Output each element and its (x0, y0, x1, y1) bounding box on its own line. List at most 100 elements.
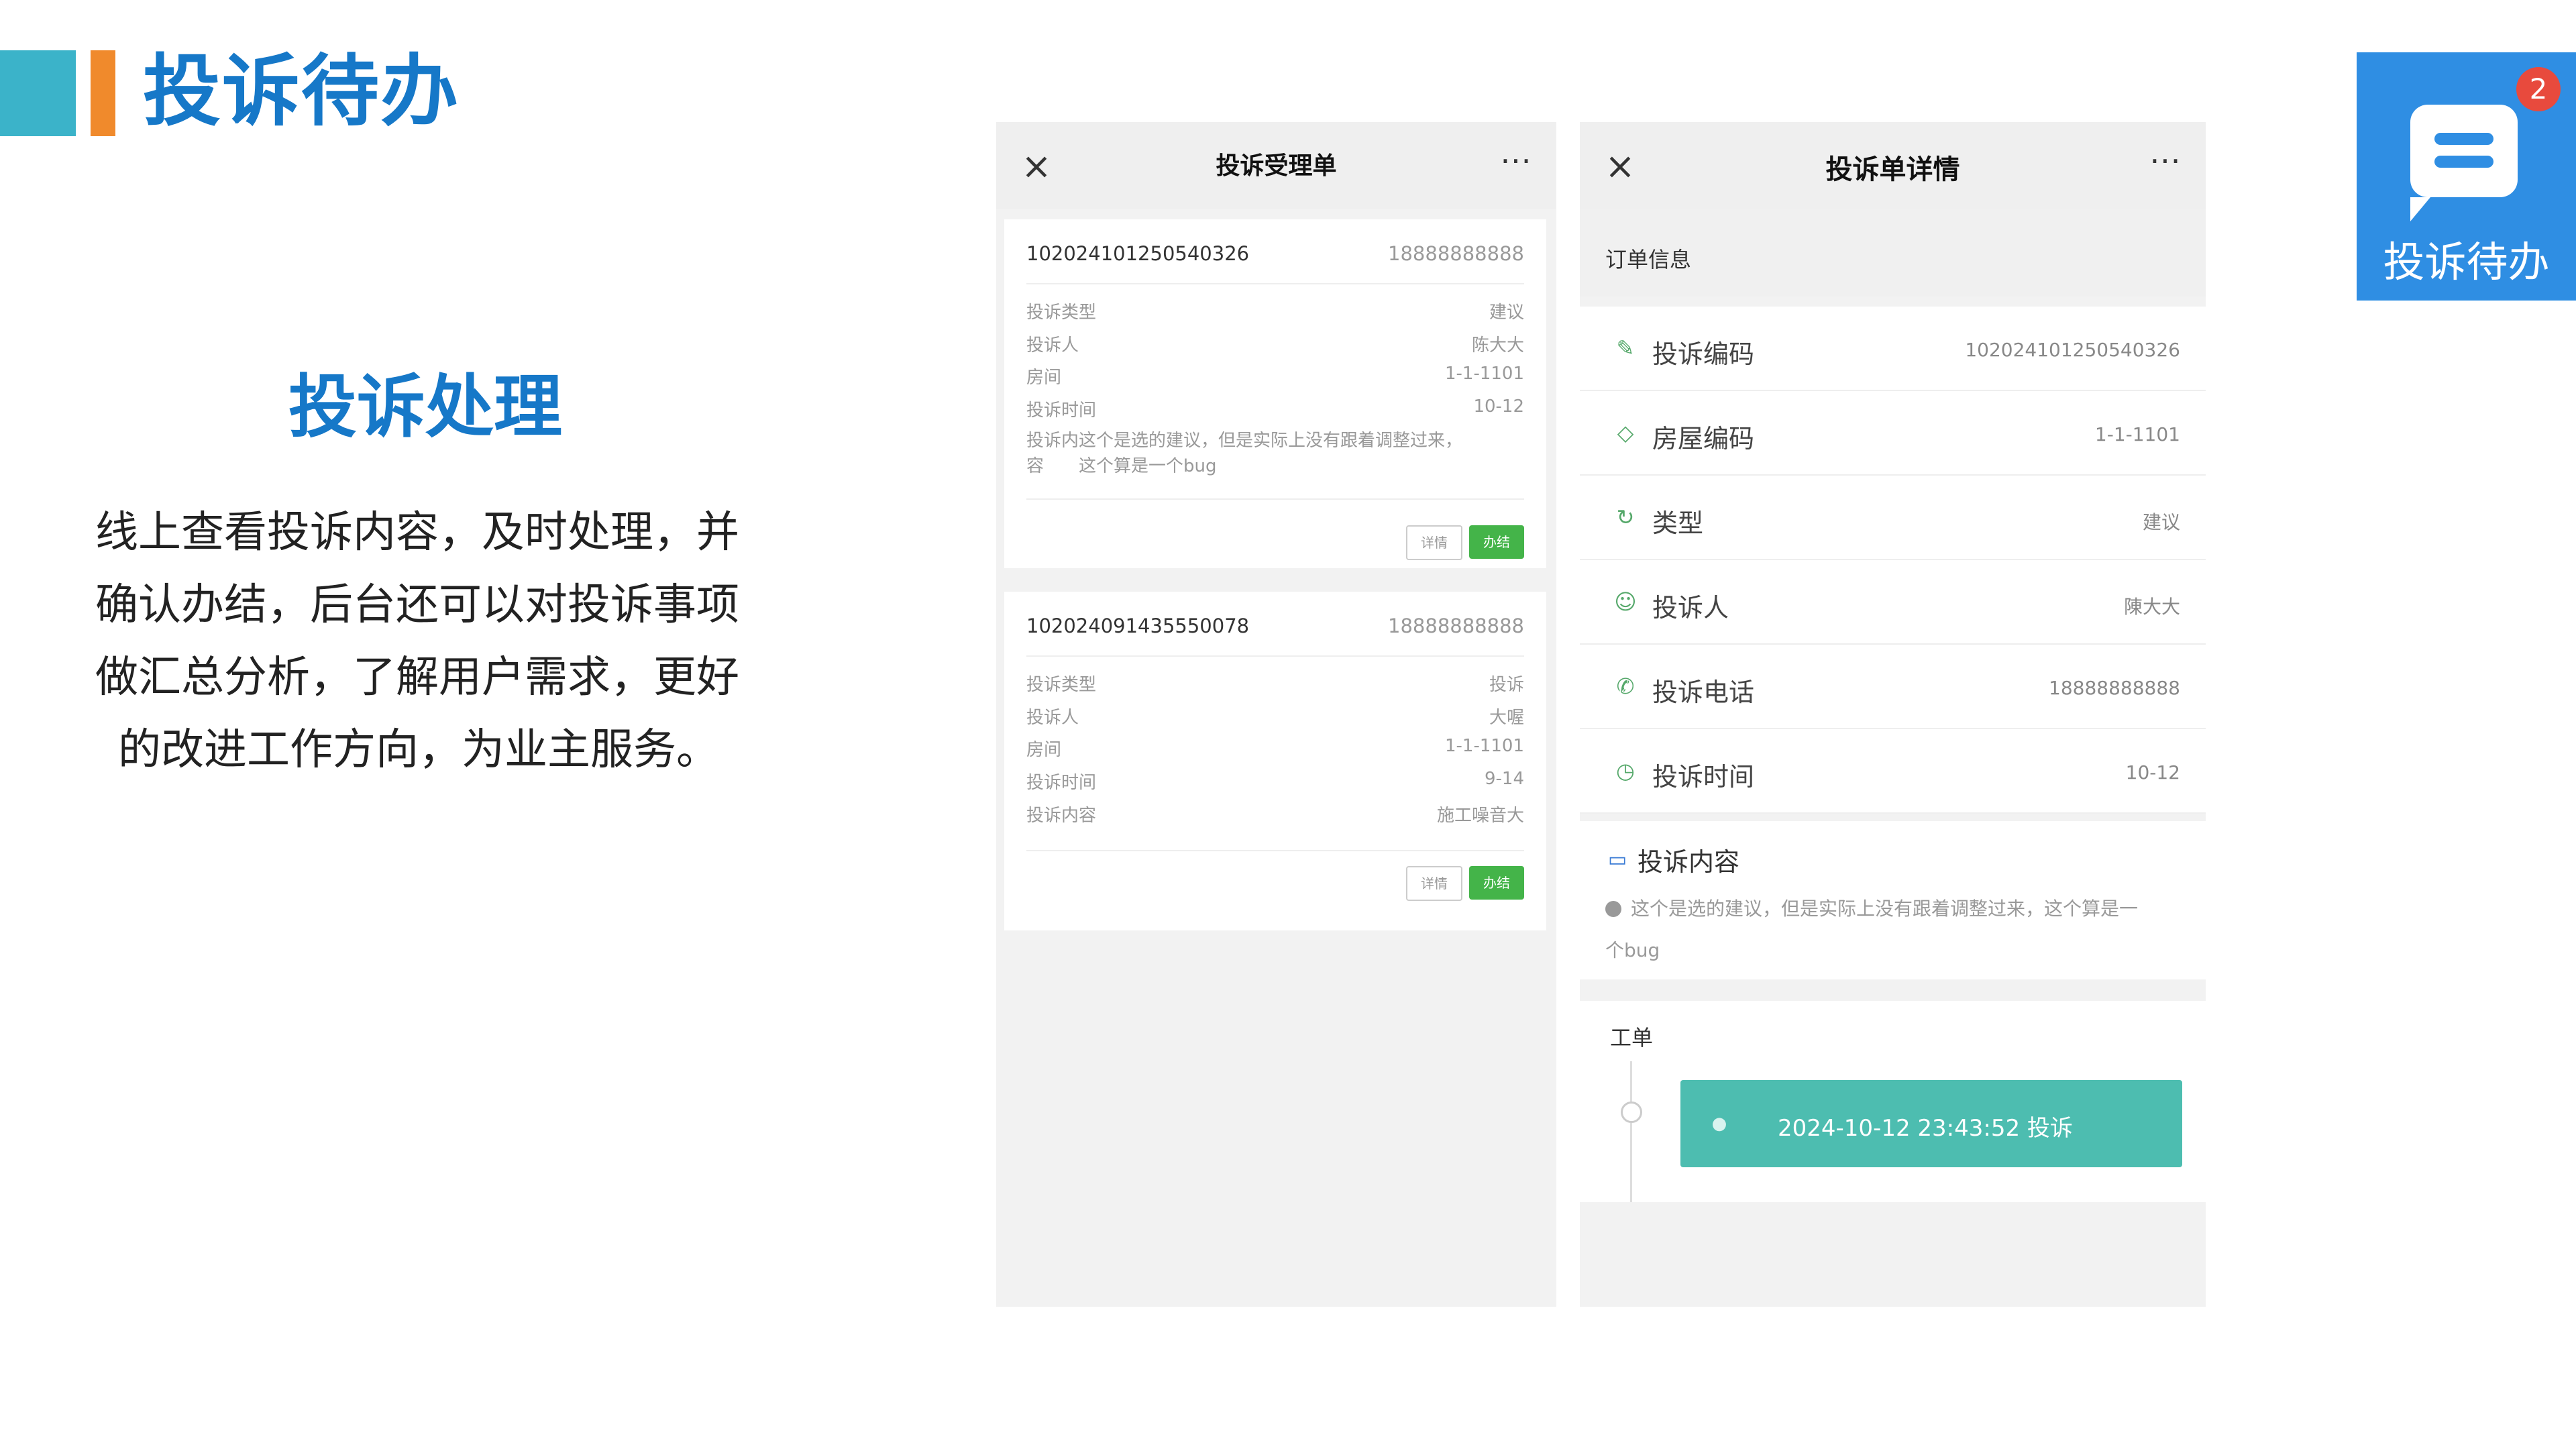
complaint-card[interactable]: 102024091435550078 18888888888 投诉类型 投诉 投… (1004, 592, 1546, 930)
timeline-line (1630, 1061, 1632, 1202)
row-value: 1-1-1101 (1444, 736, 1524, 756)
row-value: 大喔 (1489, 708, 1524, 728)
row-value: 陈大大 (1471, 335, 1524, 356)
header-orange-bar (91, 50, 115, 136)
complaint-phone: 18888888888 (1388, 242, 1524, 265)
desc-line: 做汇总分析，了解用户需求，更好 (95, 653, 739, 702)
complaint-list-screen: × 投诉受理单 ··· 102024101250540326 188888888… (996, 122, 1556, 1307)
complaint-content: 投诉内这个是选的建议，但是实际上没有跟着调整过来， 容 这个算是一个bug (1026, 428, 1524, 479)
detail-row-type: ↻ 类型 建议 (1580, 476, 2206, 560)
row-key: 投诉类型 (1026, 675, 1097, 695)
content-line: 容 这个算是一个bug (1026, 456, 1217, 476)
row-key: 投诉人 (1026, 335, 1079, 356)
complaint-code: 102024101250540326 (1026, 242, 1250, 265)
card-footer: 详情 办结 (1026, 498, 1524, 570)
card-row: 投诉时间 10-12 (1026, 396, 1524, 423)
row-key: 投诉人 (1026, 708, 1079, 728)
row-label: 投诉人 (1652, 593, 1729, 623)
row-value: 10-12 (1473, 396, 1524, 417)
row-value: 9-14 (1484, 769, 1524, 789)
complaint-phone: 18888888888 (1388, 614, 1524, 637)
row-key: 房间 (1026, 740, 1062, 760)
timeline-node (1621, 1102, 1642, 1123)
row-label: 投诉电话 (1652, 678, 1755, 707)
desc-line: 的改进工作方向，为业主服务。 (118, 725, 719, 775)
row-value: 18888888888 (2049, 677, 2180, 699)
complaint-card[interactable]: 102024101250540326 18888888888 投诉类型 建议 投… (1004, 219, 1546, 568)
content-text: 这个是选的建议，但是实际上没有跟着调整过来，这个算是一个bug (1605, 898, 2139, 961)
card-row: 投诉类型 投诉 (1026, 671, 1524, 698)
work-order-box: 工单 ● 2024-10-12 23:43:52 投诉 (1580, 1001, 2206, 1202)
notification-badge: 2 (2516, 67, 2561, 111)
section-description: 线上查看投诉内容，及时处理，并 确认办结，后台还可以对投诉事项 做汇总分析，了解… (95, 496, 759, 786)
detail-button[interactable]: 详情 (1406, 866, 1462, 901)
row-key: 投诉类型 (1026, 303, 1097, 323)
card-header: 102024091435550078 18888888888 (1026, 592, 1524, 657)
desc-line: 确认办结，后台还可以对投诉事项 (95, 580, 739, 630)
content-line: 投诉内这个是选的建议，但是实际上没有跟着调整过来， (1026, 431, 1463, 451)
topbar: × 投诉单详情 ··· (1580, 122, 2206, 209)
card-header: 102024101250540326 18888888888 (1026, 219, 1524, 284)
row-key: 投诉内容 (1026, 806, 1097, 826)
row-key: 房间 (1026, 368, 1062, 388)
card-footer: 详情 办结 (1026, 850, 1524, 932)
row-key: 投诉时间 (1026, 400, 1097, 421)
info-icon (1605, 901, 1621, 917)
more-icon[interactable]: ··· (1491, 141, 1542, 192)
type-icon: ↻ (1616, 504, 1635, 530)
row-value: 1-1-1101 (2094, 423, 2180, 445)
timeline-event[interactable]: ● 2024-10-12 23:43:52 投诉 (1680, 1080, 2182, 1167)
row-value: 陳大大 (2123, 596, 2180, 618)
card-row: 投诉人 大喔 (1026, 704, 1524, 731)
row-label: 房屋编码 (1652, 424, 1755, 453)
card-row: 房间 1-1-1101 (1026, 736, 1524, 763)
row-value: 建议 (1489, 303, 1524, 323)
more-icon[interactable]: ··· (2140, 141, 2191, 192)
clock-icon: ◷ (1616, 758, 1635, 784)
tag-icon: ◇ (1617, 420, 1634, 445)
bubble-line (2434, 133, 2493, 145)
card-row: 投诉人 陈大大 (1026, 331, 1524, 358)
row-value: 施工噪音大 (1436, 806, 1524, 826)
row-value: 10-12 (2125, 761, 2180, 784)
bubble-line (2434, 156, 2493, 168)
row-label: 投诉编码 (1652, 339, 1755, 369)
done-button[interactable]: 办结 (1469, 525, 1524, 559)
desc-line: 线上查看投诉内容，及时处理，并 (95, 508, 739, 557)
section-title: 投诉处理 (288, 368, 562, 447)
message-icon: ▭ (1607, 848, 1627, 871)
row-key: 投诉时间 (1026, 773, 1097, 793)
event-text: 2024-10-12 23:43:52 投诉 (1778, 1115, 2073, 1142)
complaint-app-icon[interactable]: 2 投诉待办 (2357, 52, 2576, 301)
complaint-content-box: ▭ 投诉内容 这个是选的建议，但是实际上没有跟着调整过来，这个算是一个bug (1580, 821, 2206, 979)
content-label: 投诉内容 (1638, 847, 1740, 877)
work-order-label: 工单 (1610, 1025, 1654, 1051)
done-button[interactable]: 办结 (1469, 866, 1524, 900)
detail-row-house-code: ◇ 房屋编码 1-1-1101 (1580, 391, 2206, 476)
order-info-section: 订单信息 (1580, 209, 2206, 297)
app-icon-label: 投诉待办 (2383, 237, 2550, 286)
detail-button[interactable]: 详情 (1406, 525, 1462, 560)
order-info-label: 订单信息 (1605, 247, 1692, 272)
row-label: 类型 (1652, 508, 1704, 538)
card-row: 投诉内容 施工噪音大 (1026, 802, 1524, 828)
phone-icon: ✆ (1616, 674, 1635, 699)
card-row: 投诉类型 建议 (1026, 299, 1524, 325)
card-row: 房间 1-1-1101 (1026, 364, 1524, 390)
complaint-code: 102024091435550078 (1026, 614, 1250, 637)
content-text-wrap: 这个是选的建议，但是实际上没有跟着调整过来，这个算是一个bug (1605, 888, 2155, 971)
row-label: 投诉时间 (1652, 762, 1755, 792)
user-icon: ☺ (1614, 589, 1637, 614)
chat-bubble-icon (2410, 105, 2518, 221)
detail-row-time: ◷ 投诉时间 10-12 (1580, 729, 2206, 814)
row-value: 建议 (2142, 511, 2180, 533)
page-title: 投诉待办 (143, 46, 460, 137)
row-value: 1-1-1101 (1444, 364, 1524, 384)
edit-icon: ✎ (1616, 335, 1635, 361)
screen-title: 投诉受理单 (1216, 152, 1337, 180)
detail-row-phone: ✆ 投诉电话 18888888888 (1580, 645, 2206, 729)
event-icon: ● (1711, 1114, 1727, 1134)
row-value: 投诉 (1489, 675, 1524, 695)
header-teal-bar (0, 50, 76, 136)
detail-row-complainant: ☺ 投诉人 陳大大 (1580, 560, 2206, 645)
